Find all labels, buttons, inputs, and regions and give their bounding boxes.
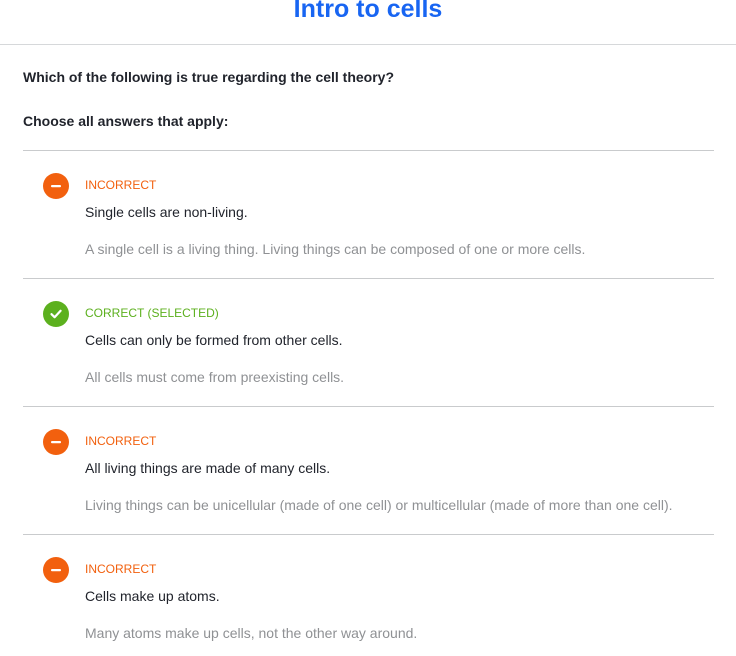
page-title: Intro to cells	[293, 0, 443, 23]
check-icon	[43, 301, 69, 327]
choice-item[interactable]: CORRECT (SELECTED) Cells can only be for…	[23, 278, 714, 406]
minus-icon	[43, 429, 69, 455]
minus-icon	[43, 173, 69, 199]
page-header: Intro to cells	[0, 0, 736, 45]
choice-answer-text: Single cells are non-living.	[85, 204, 248, 220]
choice-item[interactable]: INCORRECT Single cells are non-living. A…	[23, 150, 714, 278]
answer-choices: INCORRECT Single cells are non-living. A…	[23, 150, 714, 656]
choice-answer-text: Cells can only be formed from other cell…	[85, 332, 343, 348]
choice-item[interactable]: INCORRECT Cells make up atoms. Many atom…	[23, 534, 714, 656]
choice-status-label: CORRECT (SELECTED)	[85, 306, 219, 320]
choice-explanation: Many atoms make up cells, not the other …	[85, 625, 418, 641]
question-instruction: Choose all answers that apply:	[23, 113, 229, 129]
choice-status-label: INCORRECT	[85, 434, 157, 448]
choice-item[interactable]: INCORRECT All living things are made of …	[23, 406, 714, 534]
choice-explanation: A single cell is a living thing. Living …	[85, 241, 586, 257]
question-prompt: Which of the following is true regarding…	[23, 69, 395, 85]
choice-explanation: All cells must come from preexisting cel…	[85, 369, 345, 385]
choice-answer-text: Cells make up atoms.	[85, 588, 220, 604]
minus-icon	[43, 557, 69, 583]
choice-explanation: Living things can be unicellular (made o…	[85, 497, 673, 513]
choice-status-label: INCORRECT	[85, 562, 157, 576]
choice-status-label: INCORRECT	[85, 178, 157, 192]
choice-answer-text: All living things are made of many cells…	[85, 460, 331, 476]
